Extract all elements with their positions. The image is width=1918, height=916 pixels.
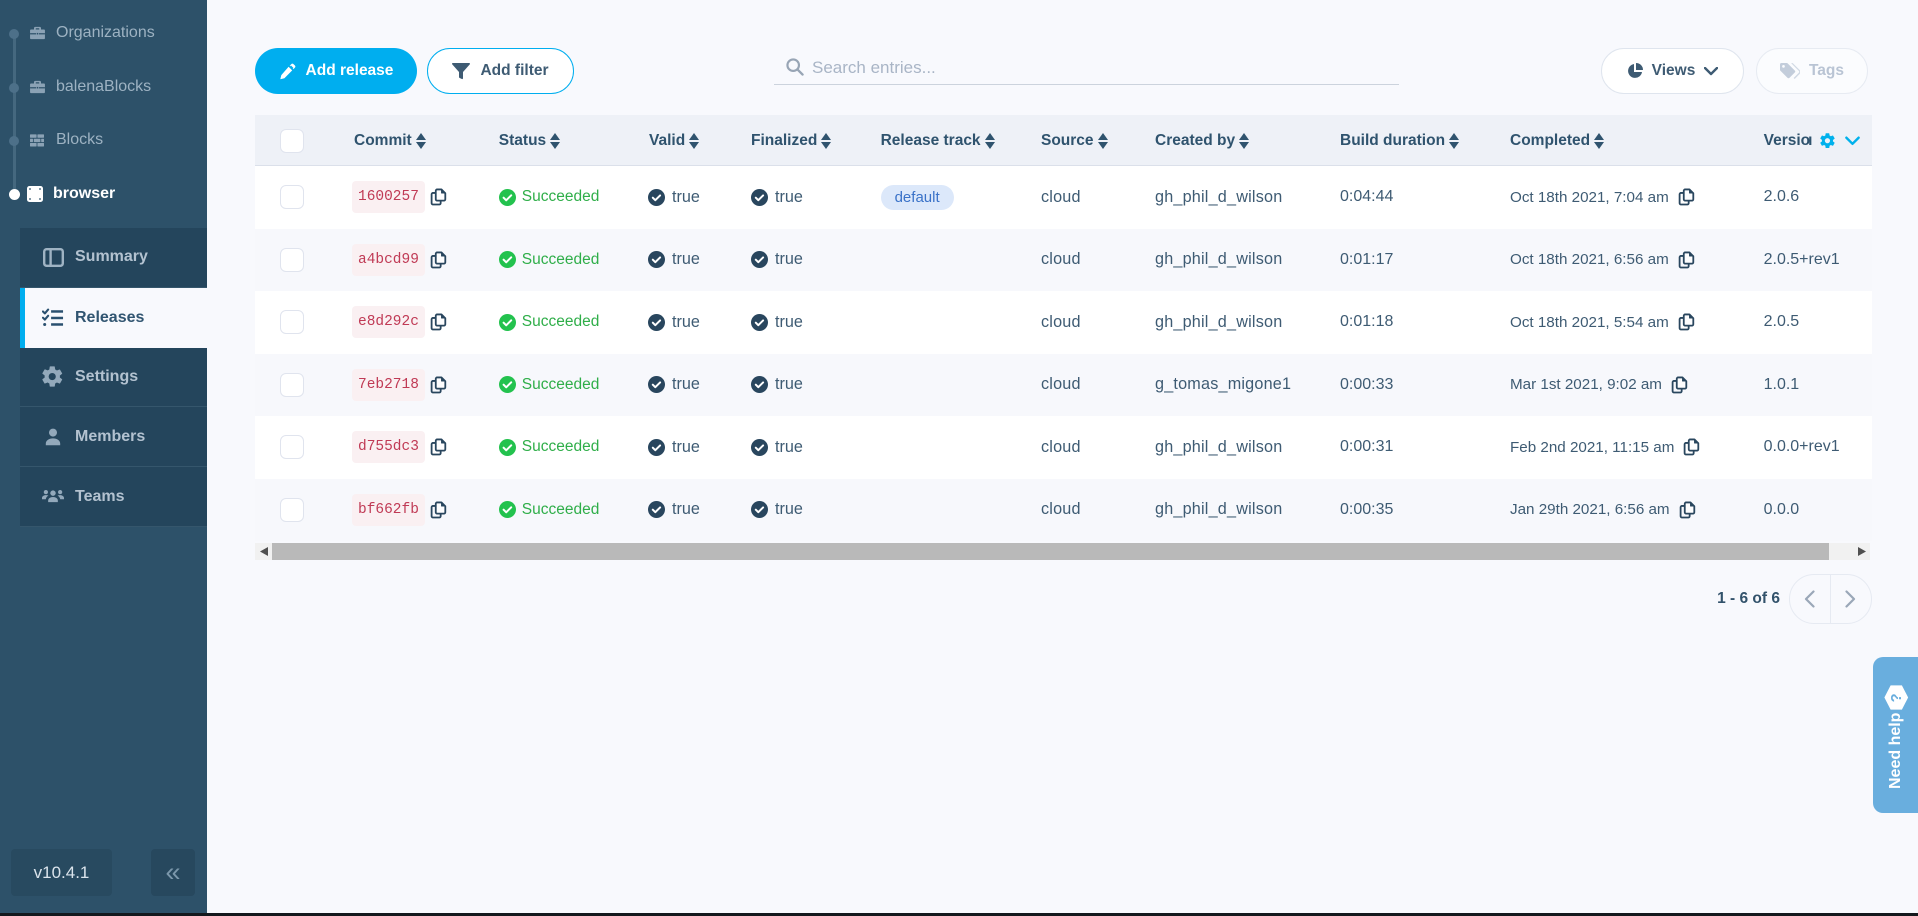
svg-text:?: ? [1889,693,1905,702]
